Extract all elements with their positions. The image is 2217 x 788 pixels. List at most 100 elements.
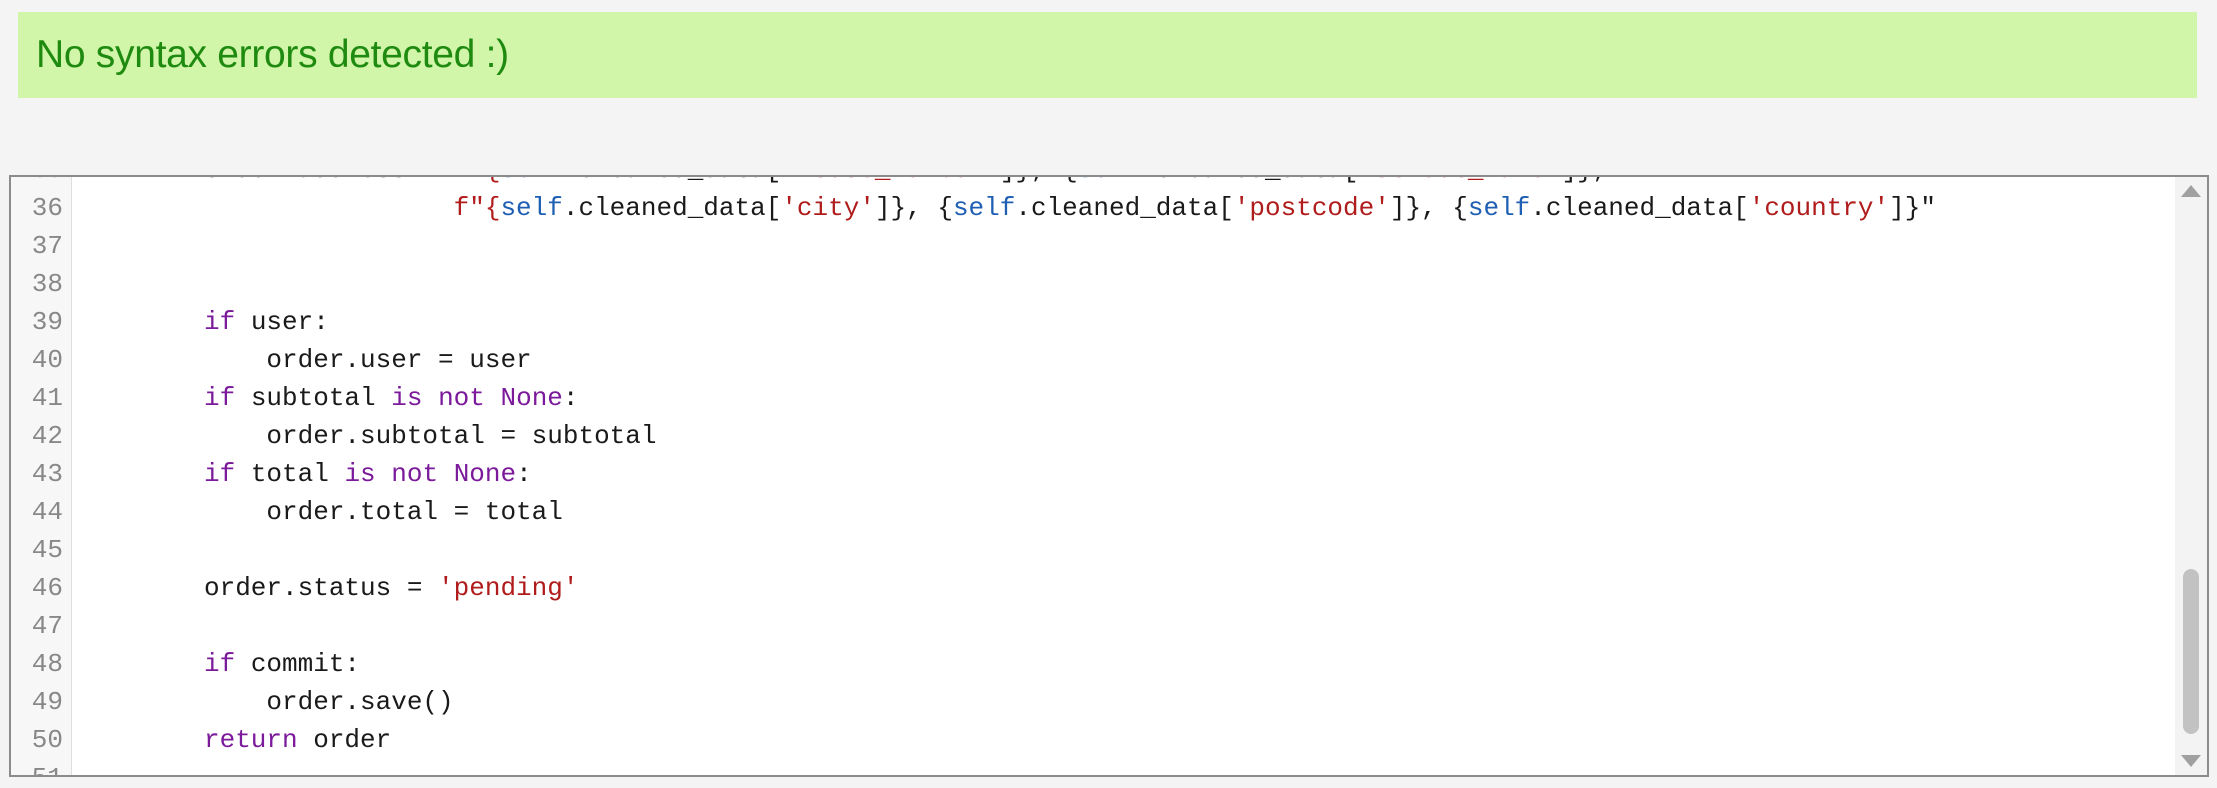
code-token-plain: ]}, {	[1000, 177, 1078, 185]
code-token-string: 'city'	[781, 193, 875, 223]
code-token-plain: ]}, {	[874, 193, 953, 223]
code-token-plain: total	[235, 459, 345, 489]
code-token-plain: order.address =	[204, 177, 454, 185]
code-token-plain: order	[297, 725, 392, 755]
line-number: 37	[31, 231, 63, 261]
line-number: 40	[31, 345, 63, 375]
code-token-keyword: not	[391, 459, 439, 489]
code-token-keyword: if	[204, 459, 236, 489]
code-text: order.user = user	[204, 341, 532, 379]
code-token-plain: order.status =	[204, 573, 439, 603]
code-token-keyword: None	[453, 459, 517, 489]
code-line[interactable]: 48 if commit:	[11, 645, 2161, 683]
line-number: 43	[31, 459, 63, 489]
code-line[interactable]: 45	[11, 531, 2161, 569]
line-number: 38	[31, 269, 63, 299]
code-line[interactable]: 47	[11, 607, 2161, 645]
line-number: 48	[31, 649, 63, 679]
code-line[interactable]: 35order.address = f"{self.cleaned_data['…	[11, 177, 2161, 189]
code-line[interactable]: 44 order.total = total	[11, 493, 2161, 531]
code-text: if user:	[204, 303, 329, 341]
code-token-keyword: not	[438, 383, 485, 413]
line-number: 36	[31, 193, 63, 223]
line-number: 45	[31, 535, 63, 565]
code-text: order.status = 'pending'	[204, 569, 578, 607]
code-token-plain: user:	[235, 307, 329, 337]
code-editor[interactable]: 35order.address = f"{self.cleaned_data['…	[9, 175, 2209, 777]
code-text: if commit:	[204, 645, 360, 683]
code-token-plain: order.subtotal = subtotal	[204, 421, 657, 451]
code-token-self: self	[1078, 177, 1140, 185]
code-token-string: f"{	[453, 193, 501, 223]
code-token-keyword: is	[344, 459, 376, 489]
line-number: 35	[11, 177, 63, 189]
code-line[interactable]: 38	[11, 265, 2161, 303]
scrollbar-thumb[interactable]	[2183, 569, 2199, 734]
code-token-string: 'house_number'	[781, 177, 999, 185]
code-token-string: 'country'	[1748, 193, 1890, 223]
code-token-plain: .cleaned_data[	[562, 193, 782, 223]
code-line[interactable]: 36 f"{self.cleaned_data['city']}, {self.…	[11, 189, 2161, 227]
code-line[interactable]: 37	[11, 227, 2161, 265]
line-number: 50	[31, 725, 63, 755]
code-line[interactable]: 51	[11, 759, 2161, 775]
code-text: order.save()	[204, 683, 454, 721]
code-token-plain: order.total = total	[204, 497, 563, 527]
code-line[interactable]: 40 order.user = user	[11, 341, 2161, 379]
code-token-keyword: if	[204, 307, 236, 337]
code-token-self: self	[952, 193, 1016, 223]
code-line[interactable]: 39 if user:	[11, 303, 2161, 341]
code-text: order.address = f"{self.cleaned_data['ho…	[204, 177, 1671, 189]
code-text: return order	[204, 721, 391, 759]
line-number: 49	[31, 687, 63, 717]
arrow-down-icon[interactable]	[2181, 755, 2201, 767]
code-text: order.subtotal = subtotal	[204, 417, 656, 455]
code-text: if total is not None:	[204, 455, 532, 493]
code-line[interactable]: 46 order.status = 'pending'	[11, 569, 2161, 607]
line-number: 47	[31, 611, 63, 641]
code-token-plain: ]}"	[1889, 193, 1936, 223]
arrow-up-icon[interactable]	[2181, 185, 2201, 197]
code-token-keyword: if	[204, 649, 236, 679]
code-token-keyword: if	[204, 383, 236, 413]
syntax-status-banner: No syntax errors detected :)	[18, 12, 2197, 98]
code-token-plain: ]}, " \	[1561, 177, 1670, 185]
line-number: 44	[31, 497, 63, 527]
code-token-keyword: is	[391, 383, 423, 413]
code-token-plain: order.user = user	[204, 345, 532, 375]
code-token-string: 'postcode'	[1233, 193, 1390, 223]
code-text: order.total = total	[204, 493, 563, 531]
vertical-scrollbar[interactable]	[2175, 177, 2207, 775]
line-number: 41	[31, 383, 63, 413]
code-text: if subtotal is not None:	[204, 379, 579, 417]
code-token-plain: .cleaned_data[	[1530, 193, 1749, 223]
code-token-plain: order.save()	[204, 687, 454, 717]
code-token-plain: :	[516, 459, 532, 489]
code-line[interactable]: 50 return order	[11, 721, 2161, 759]
code-line[interactable]: 43 if total is not None:	[11, 455, 2161, 493]
code-lines[interactable]: 35order.address = f"{self.cleaned_data['…	[11, 177, 2161, 775]
code-token-plain: .cleaned_data[	[1015, 193, 1234, 223]
code-token-keyword: return	[204, 725, 298, 755]
code-token-plain: .cleaned_data[	[1140, 177, 1358, 185]
code-token-self: self	[500, 177, 562, 185]
line-number: 39	[31, 307, 63, 337]
code-token-string: 'pending'	[438, 573, 579, 603]
syntax-status-message: No syntax errors detected :)	[36, 33, 509, 76]
code-line[interactable]: 42 order.subtotal = subtotal	[11, 417, 2161, 455]
line-number: 46	[31, 573, 63, 603]
code-token-self: self	[500, 193, 563, 223]
line-number: 51	[11, 759, 63, 775]
code-token-plain: commit:	[235, 649, 361, 679]
code-token-plain: :	[562, 383, 579, 413]
code-line[interactable]: 49 order.save()	[11, 683, 2161, 721]
code-token-keyword: None	[500, 383, 563, 413]
line-number: 42	[31, 421, 63, 451]
code-token-string: 'street_name'	[1359, 177, 1562, 185]
code-token-string: f"{	[454, 177, 501, 185]
code-token-self: self	[1467, 193, 1531, 223]
code-line[interactable]: 41 if subtotal is not None:	[11, 379, 2161, 417]
